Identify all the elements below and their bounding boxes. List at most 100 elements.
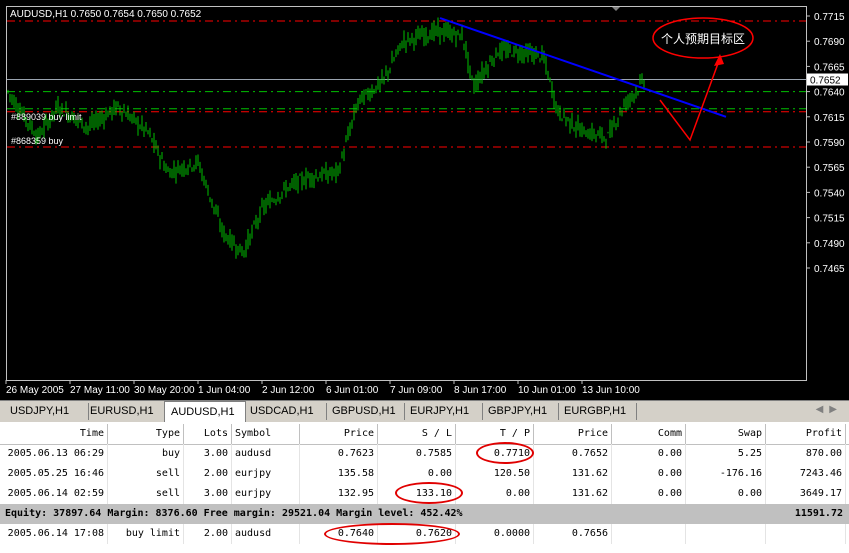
cell: 133.10 <box>378 484 456 504</box>
equity-row: Equity: 37897.64 Margin: 8376.60 Free ma… <box>0 504 849 524</box>
price-axis-label: 0.7715 <box>814 12 845 23</box>
shift-marker-icon <box>612 7 620 11</box>
cell: 0.7652 <box>534 444 612 464</box>
cell: Type <box>108 424 184 444</box>
cell: Symbol <box>232 424 300 444</box>
cell: sell <box>108 484 184 504</box>
cell: 7243.46 <box>766 464 846 484</box>
cell: 0.00 <box>612 464 686 484</box>
cell: 3.00 <box>184 444 232 464</box>
chart-tab[interactable]: USDCAD,H1 <box>244 403 327 420</box>
cell <box>766 524 846 544</box>
cell: 2005.06.14 02:59 <box>0 484 108 504</box>
time-axis-label: 10 Jun 01:00 <box>518 385 576 396</box>
cell: 0.7620 <box>378 524 456 544</box>
cell: 0.00 <box>612 484 686 504</box>
price-axis-label: 0.7690 <box>814 37 845 48</box>
cell: Profit <box>766 424 846 444</box>
time-axis-label: 30 May 20:00 <box>134 385 195 396</box>
projection-arrow <box>659 57 721 142</box>
price-axis-label: 0.7615 <box>814 113 845 124</box>
time-axis-label: 13 Jun 10:00 <box>582 385 640 396</box>
cell: 0.00 <box>612 444 686 464</box>
cell: sell <box>108 464 184 484</box>
cell: 0.00 <box>686 484 766 504</box>
time-axis-label: 2 Jun 12:00 <box>262 385 315 396</box>
cell: 120.50 <box>456 464 534 484</box>
cell: 132.95 <box>300 484 378 504</box>
order-label-buy-limit: #889039 buy limit <box>11 112 82 122</box>
chart-tab[interactable]: AUDUSD,H1 <box>164 401 246 422</box>
time-axis-label: 26 May 2005 <box>6 385 64 396</box>
chart-tab[interactable]: GBPJPY,H1 <box>482 403 559 420</box>
cell: buy limit <box>108 524 184 544</box>
cell: 0.7710 <box>456 444 534 464</box>
cell: 0.0000 <box>456 524 534 544</box>
cell: 0.7585 <box>378 444 456 464</box>
time-axis-label: 7 Jun 09:00 <box>390 385 443 396</box>
cell: 135.58 <box>300 464 378 484</box>
cell: audusd <box>232 524 300 544</box>
time-axis-label: 8 Jun 17:00 <box>454 385 507 396</box>
cell: 2005.06.13 06:29 <box>0 444 108 464</box>
price-axis-label: 0.7465 <box>814 264 845 275</box>
trade-row[interactable]: 2005.05.25 16:46 sell 2.00 eurjpy 135.58 0.00… <box>0 464 849 484</box>
cell: Swap <box>686 424 766 444</box>
time-axis-label: 6 Jun 01:00 <box>326 385 379 396</box>
cell: Comm <box>612 424 686 444</box>
trade-row[interactable]: 2005.06.14 02:59 sell 3.00 eurjpy 132.95 133.… <box>0 484 849 504</box>
cell: buy <box>108 444 184 464</box>
chart-tab[interactable]: EURGBP,H1 <box>558 403 637 420</box>
current-price-text: 0.7652 <box>810 76 841 87</box>
cell: 2.00 <box>184 464 232 484</box>
pending-order-row[interactable]: 2005.06.14 17:08 buy limit 2.00 audusd 0.764… <box>0 524 849 544</box>
cell: -176.16 <box>686 464 766 484</box>
terminal-trade-panel: Time Type Lots Symbol Price S / LT / P Price Co… <box>0 422 849 553</box>
price-axis-label: 0.7490 <box>814 239 845 250</box>
price-axis-label: 0.7640 <box>814 88 845 99</box>
cell: T / P <box>456 424 534 444</box>
cell: S / L <box>378 424 456 444</box>
cell: 131.62 <box>534 484 612 504</box>
chart-header: AUDUSD,H1 0.7650 0.7654 0.7650 0.7652 <box>10 9 202 20</box>
price-axis-label: 0.7665 <box>814 62 845 73</box>
column-header-row[interactable]: Time Type Lots Symbol Price S / LT / P Price Co… <box>0 424 849 445</box>
cell <box>686 524 766 544</box>
cell: 2005.05.25 16:46 <box>0 464 108 484</box>
price-axis-label: 0.7515 <box>814 214 845 225</box>
cell: 2005.06.14 17:08 <box>0 524 108 544</box>
chart-tab[interactable]: GBPUSD,H1 <box>326 403 405 420</box>
time-axis-label: 1 Jun 04:00 <box>198 385 251 396</box>
price-axis-label: 0.7565 <box>814 163 845 174</box>
chart-border <box>6 6 807 381</box>
cell: 0.00 <box>378 464 456 484</box>
chart-tab[interactable]: EURJPY,H1 <box>404 403 483 420</box>
cell: audusd <box>232 444 300 464</box>
cell: 0.00 <box>456 484 534 504</box>
cell: Price <box>534 424 612 444</box>
cell: 0.7640 <box>300 524 378 544</box>
cell <box>612 524 686 544</box>
cell: 5.25 <box>686 444 766 464</box>
chart-tab[interactable]: EURUSD,H1 <box>84 403 165 420</box>
cell: 3.00 <box>184 484 232 504</box>
annotation-text: 个人预期目标区 <box>661 32 745 46</box>
cell: 870.00 <box>766 444 846 464</box>
equity-summary: Equity: 37897.64 Margin: 8376.60 Free ma… <box>5 508 463 519</box>
total-profit: 11591.72 <box>794 508 843 519</box>
cell: eurjpy <box>232 464 300 484</box>
cell: 131.62 <box>534 464 612 484</box>
cell: Time <box>0 424 108 444</box>
order-label-buy: #868359 buy <box>11 136 64 146</box>
cell: 3649.17 <box>766 484 846 504</box>
time-axis-label: 27 May 11:00 <box>70 385 130 396</box>
cell: Price <box>300 424 378 444</box>
chart-tab[interactable]: USDJPY,H1 <box>4 403 89 420</box>
price-chart[interactable]: 0.7715 0.7690 0.7665 0.7640 0.7615 0.7590 0.75… <box>0 0 849 400</box>
price-axis-label: 0.7590 <box>814 138 845 149</box>
cell: Lots <box>184 424 232 444</box>
trade-row[interactable]: 2005.06.13 06:29 buy 3.00 audusd 0.7623 0.758… <box>0 444 849 464</box>
tab-scroll-arrows-icon[interactable]: ◀▶ <box>816 404 843 415</box>
chart-canvas[interactable]: 0.7715 0.7690 0.7665 0.7640 0.7615 0.7590 0.75… <box>0 0 849 400</box>
chart-tabs: USDJPY,H1 EURUSD,H1 AUDUSD,H1 USDCAD,H1 GBPU… <box>0 400 849 423</box>
